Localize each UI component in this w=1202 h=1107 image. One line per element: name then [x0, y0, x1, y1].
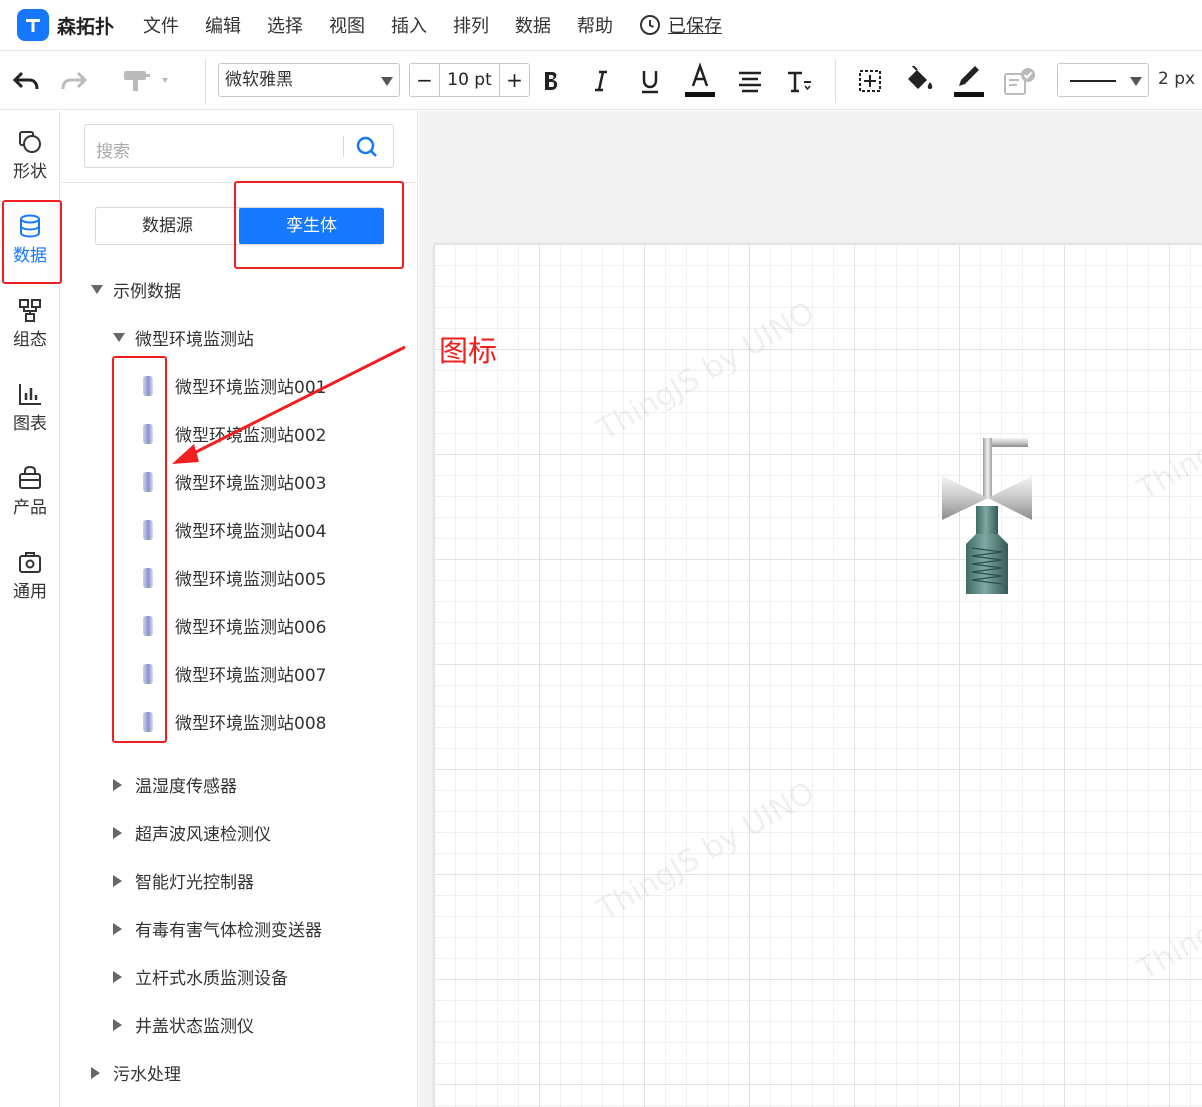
annotation-arrow [172, 345, 406, 464]
